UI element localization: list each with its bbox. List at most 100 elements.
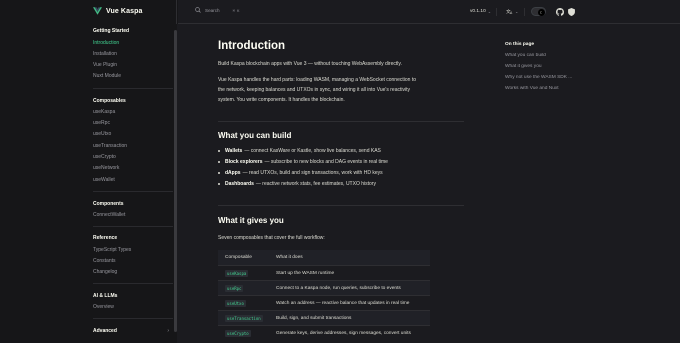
list-item-term: Wallets	[225, 148, 243, 154]
sidebar-divider	[93, 226, 173, 227]
main-content: Introduction Build Kaspa blockchain apps…	[178, 24, 680, 343]
theme-toggle[interactable]: ☾	[531, 7, 546, 16]
table-cell: Build, sign, and submit transactions	[276, 315, 352, 321]
description-line-2: the network, keeping balances and UTXOs …	[218, 87, 410, 93]
version-dropdown[interactable]: v0.1.10 ⌄	[470, 9, 491, 14]
intro-paragraph: Build Kaspa blockchain apps with Vue 3 —…	[218, 61, 402, 67]
navbar-brand-area	[0, 0, 177, 24]
sidebar-item-typescript-types[interactable]: TypeScript Types	[93, 247, 131, 253]
sidebar-item-overview[interactable]: Overview	[93, 304, 114, 310]
section-divider	[218, 205, 464, 206]
list-item-desc: — read UTXOs, build and sign transaction…	[242, 170, 383, 176]
bullet	[218, 183, 220, 185]
logo-link[interactable]: Vue Kaspa	[93, 7, 142, 15]
search-icon	[195, 7, 201, 13]
vue-logo-icon	[93, 7, 102, 15]
list-item-term: Block explorers	[225, 159, 263, 165]
shield-icon[interactable]	[568, 7, 575, 16]
moon-icon: ☾	[538, 8, 545, 16]
table-row: useRpc Connect to a Kaspa node, run quer…	[218, 280, 430, 295]
table-row: useTransaction Build, sign, and submit t…	[218, 310, 430, 325]
list-item: dApps — read UTXOs, build and sign trans…	[218, 170, 383, 176]
table-cell: Start up the WASM runtime	[276, 270, 335, 276]
toc-title: On this page	[505, 42, 535, 47]
list-item-desc: — connect KasWare or Kastle, show live b…	[244, 148, 381, 154]
sidebar-section-title: Reference	[93, 235, 118, 241]
sidebar-divider	[93, 318, 173, 319]
version-label: v0.1.10	[470, 8, 486, 14]
sidebar: Getting Started Introduction Installatio…	[0, 24, 177, 343]
sidebar-section-title: Getting Started	[93, 28, 130, 34]
navbar-main	[178, 0, 680, 24]
sidebar-item-vue-plugin[interactable]: Vue Plugin	[93, 62, 117, 68]
sidebar-divider	[93, 191, 173, 192]
sidebar-item-useutxo[interactable]: useUtxo	[93, 131, 111, 137]
sidebar-item-connectwallet[interactable]: ConnectWallet	[93, 212, 125, 218]
table-header-cell: What it does	[276, 255, 303, 260]
language-switcher[interactable]: 文 A ⌄	[506, 8, 518, 15]
chevron-down-icon: ⌄	[515, 9, 519, 14]
toc-item-what-it-gives-you[interactable]: What it gives you	[505, 64, 580, 69]
list-item-term: dApps	[225, 170, 241, 176]
sidebar-item-usetransaction[interactable]: useTransaction	[93, 143, 127, 149]
list-item: Block explorers — subscribe to new block…	[218, 159, 388, 165]
navbar-divider	[524, 8, 525, 16]
sidebar-section-advanced[interactable]: Advanced ›	[93, 328, 169, 334]
svg-text:A: A	[510, 11, 513, 15]
sidebar-section-title: Advanced	[93, 328, 117, 334]
chevron-down-icon: ⌄	[487, 8, 492, 14]
navbar-divider	[496, 8, 497, 16]
table-row: useKaspa Start up the WASM runtime	[218, 265, 430, 280]
section-divider	[218, 121, 464, 122]
translate-icon: 文 A	[506, 8, 513, 15]
sidebar-section-title: Composables	[93, 98, 126, 104]
sidebar-item-usenetwork[interactable]: useNetwork	[93, 165, 119, 171]
table-header-cell: Composable	[225, 255, 252, 260]
description-line-3: system. You write components. It handles…	[218, 97, 345, 103]
code-link[interactable]: useKaspa	[225, 270, 249, 277]
code-link[interactable]: useTransaction	[225, 315, 263, 322]
toc-item-works-with-vue-nuxt[interactable]: Works with Vue and Nuxt	[505, 86, 580, 91]
sidebar-item-nuxt-module[interactable]: Nuxt Module	[93, 73, 121, 79]
list-item-desc: — subscribe to new blocks and DAG events…	[264, 159, 388, 165]
sidebar-section-title: Components	[93, 201, 124, 207]
sidebar-item-usekaspa[interactable]: useKaspa	[93, 109, 115, 115]
code-link[interactable]: useCrypto	[225, 330, 251, 337]
bullet	[218, 161, 220, 163]
chevron-right-icon: ›	[167, 328, 169, 334]
code-link[interactable]: useRpc	[225, 285, 244, 292]
sidebar-item-introduction[interactable]: Introduction	[93, 40, 119, 46]
sidebar-divider	[93, 283, 173, 284]
search-shortcut: ⌘ K	[232, 7, 240, 13]
sidebar-section-title: AI & LLMs	[93, 293, 118, 299]
sidebar-scrollbar-thumb[interactable]	[174, 30, 177, 332]
table-cell: Watch an address — reactive balance that…	[276, 300, 410, 306]
table-header: Composable What it does	[218, 250, 430, 265]
code-link[interactable]: useUtxo	[225, 300, 246, 307]
description-line-1: Vue Kaspa handles the hard parts: loadin…	[218, 77, 416, 83]
github-icon[interactable]	[556, 7, 564, 16]
site-title: Vue Kaspa	[106, 7, 143, 15]
gives-intro: Seven composables that cover the full wo…	[218, 235, 325, 241]
top-navbar: Vue Kaspa Search ⌘ K v0.1.10 ⌄ 文 A ⌄ ☾	[0, 0, 680, 24]
list-item: Dashboards — reactive network stats, fee…	[218, 181, 376, 187]
toc-item-what-you-can-build[interactable]: What you can build	[505, 53, 580, 58]
sidebar-item-changelog[interactable]: Changelog	[93, 269, 117, 275]
list-item-term: Dashboards	[225, 181, 254, 187]
table-cell: Generate keys, derive addresses, sign me…	[276, 330, 411, 336]
heading-what-you-can-build: What you can build	[218, 131, 292, 140]
bullet	[218, 172, 220, 174]
sidebar-item-installation[interactable]: Installation	[93, 51, 117, 57]
sidebar-item-constants[interactable]: Constants	[93, 258, 116, 264]
toc-item-why-not-wasm-sdk[interactable]: Why not use the WASM SDK ...	[505, 75, 580, 80]
page-title: Introduction	[218, 40, 286, 52]
search-button[interactable]: Search ⌘ K	[195, 7, 239, 13]
table-row: useUtxo Watch an address — reactive bala…	[218, 295, 430, 310]
search-label: Search	[205, 7, 220, 13]
sidebar-item-usecrypto[interactable]: useCrypto	[93, 154, 116, 160]
sidebar-item-userpc[interactable]: useRpc	[93, 120, 110, 126]
sidebar-item-usewallet[interactable]: useWallet	[93, 177, 115, 183]
table-cell: Connect to a Kaspa node, run queries, su…	[276, 285, 401, 291]
sidebar-divider	[93, 88, 173, 89]
heading-what-it-gives-you: What it gives you	[218, 216, 284, 225]
